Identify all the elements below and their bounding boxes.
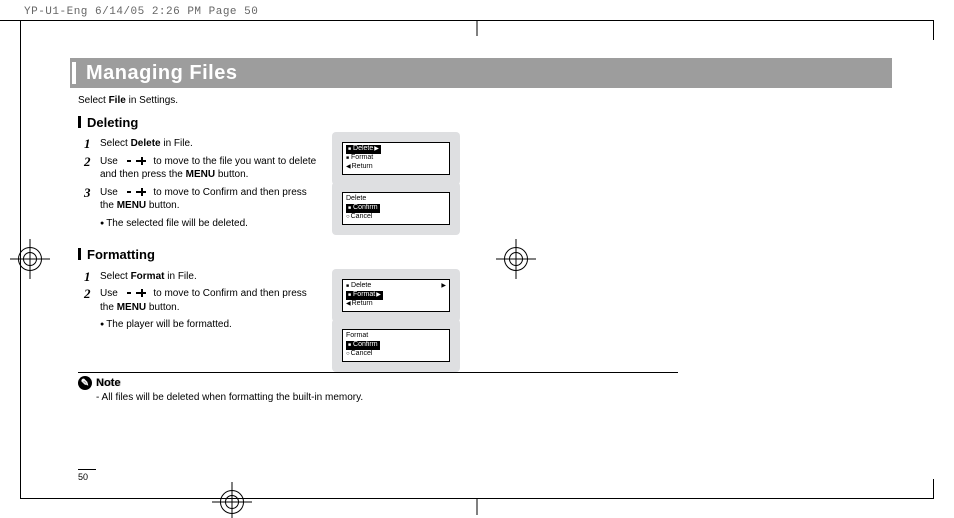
minus-plus-icon xyxy=(123,288,149,298)
step-number: 1 xyxy=(84,135,91,153)
minus-plus-icon xyxy=(123,156,149,166)
step-2b: 2 Use to move to Confirm and then press … xyxy=(78,285,320,316)
note-divider xyxy=(78,372,678,373)
step-2: 2 Use to move to the file you want to de… xyxy=(78,153,320,184)
note-body-text: - All files will be deleted when formatt… xyxy=(96,392,678,403)
step-3: 3 Use to move to Confirm and then press … xyxy=(78,184,320,215)
title-ribbon: Managing Files xyxy=(70,58,892,88)
heading-bar-icon xyxy=(78,116,81,128)
step-1: 1 Select Delete in File. xyxy=(78,135,320,153)
step-1b: 1 Select Format in File. xyxy=(78,268,320,286)
section-heading-formatting: Formatting xyxy=(78,246,538,264)
step-number: 3 xyxy=(84,184,91,202)
intro-line: Select File in Settings. xyxy=(78,94,538,108)
registration-mark-icon xyxy=(212,482,252,518)
body-copy: Select File in Settings. Deleting 1 Sele… xyxy=(78,94,538,334)
minus-plus-icon xyxy=(123,187,149,197)
note-label: Note xyxy=(96,377,120,389)
note-icon: ✎ xyxy=(78,376,92,390)
step-number: 2 xyxy=(84,285,91,303)
heading-bar-icon xyxy=(78,248,81,260)
page-number: 50 xyxy=(78,472,88,482)
step-bullet-note: The player will be formatted. xyxy=(78,316,340,334)
print-slug: YP-U1-Eng 6/14/05 2:26 PM Page 50 xyxy=(24,6,258,18)
lcd-screenshot-2: Delete Confirm Cancel xyxy=(332,182,460,235)
crop-tick xyxy=(477,20,478,36)
lcd-screenshot-1: Delete Format Return xyxy=(332,132,460,185)
frame-line xyxy=(933,479,934,499)
ribbon-accent-bar xyxy=(72,62,76,84)
page-title: Managing Files xyxy=(86,58,237,88)
lcd-screenshot-3: Delete▶ Format Return xyxy=(332,269,460,322)
step-bullet-note: The selected file will be deleted. xyxy=(78,215,340,233)
folio-rule xyxy=(78,469,96,470)
step-number: 2 xyxy=(84,153,91,171)
lcd-screenshot-4: Format Confirm Cancel xyxy=(332,319,460,372)
note-box: ✎ Note - All files will be deleted when … xyxy=(78,372,678,403)
crop-tick xyxy=(477,499,478,515)
registration-mark-icon xyxy=(10,239,50,279)
section-heading-deleting: Deleting xyxy=(78,114,538,132)
frame-line xyxy=(933,20,934,40)
step-number: 1 xyxy=(84,268,91,286)
